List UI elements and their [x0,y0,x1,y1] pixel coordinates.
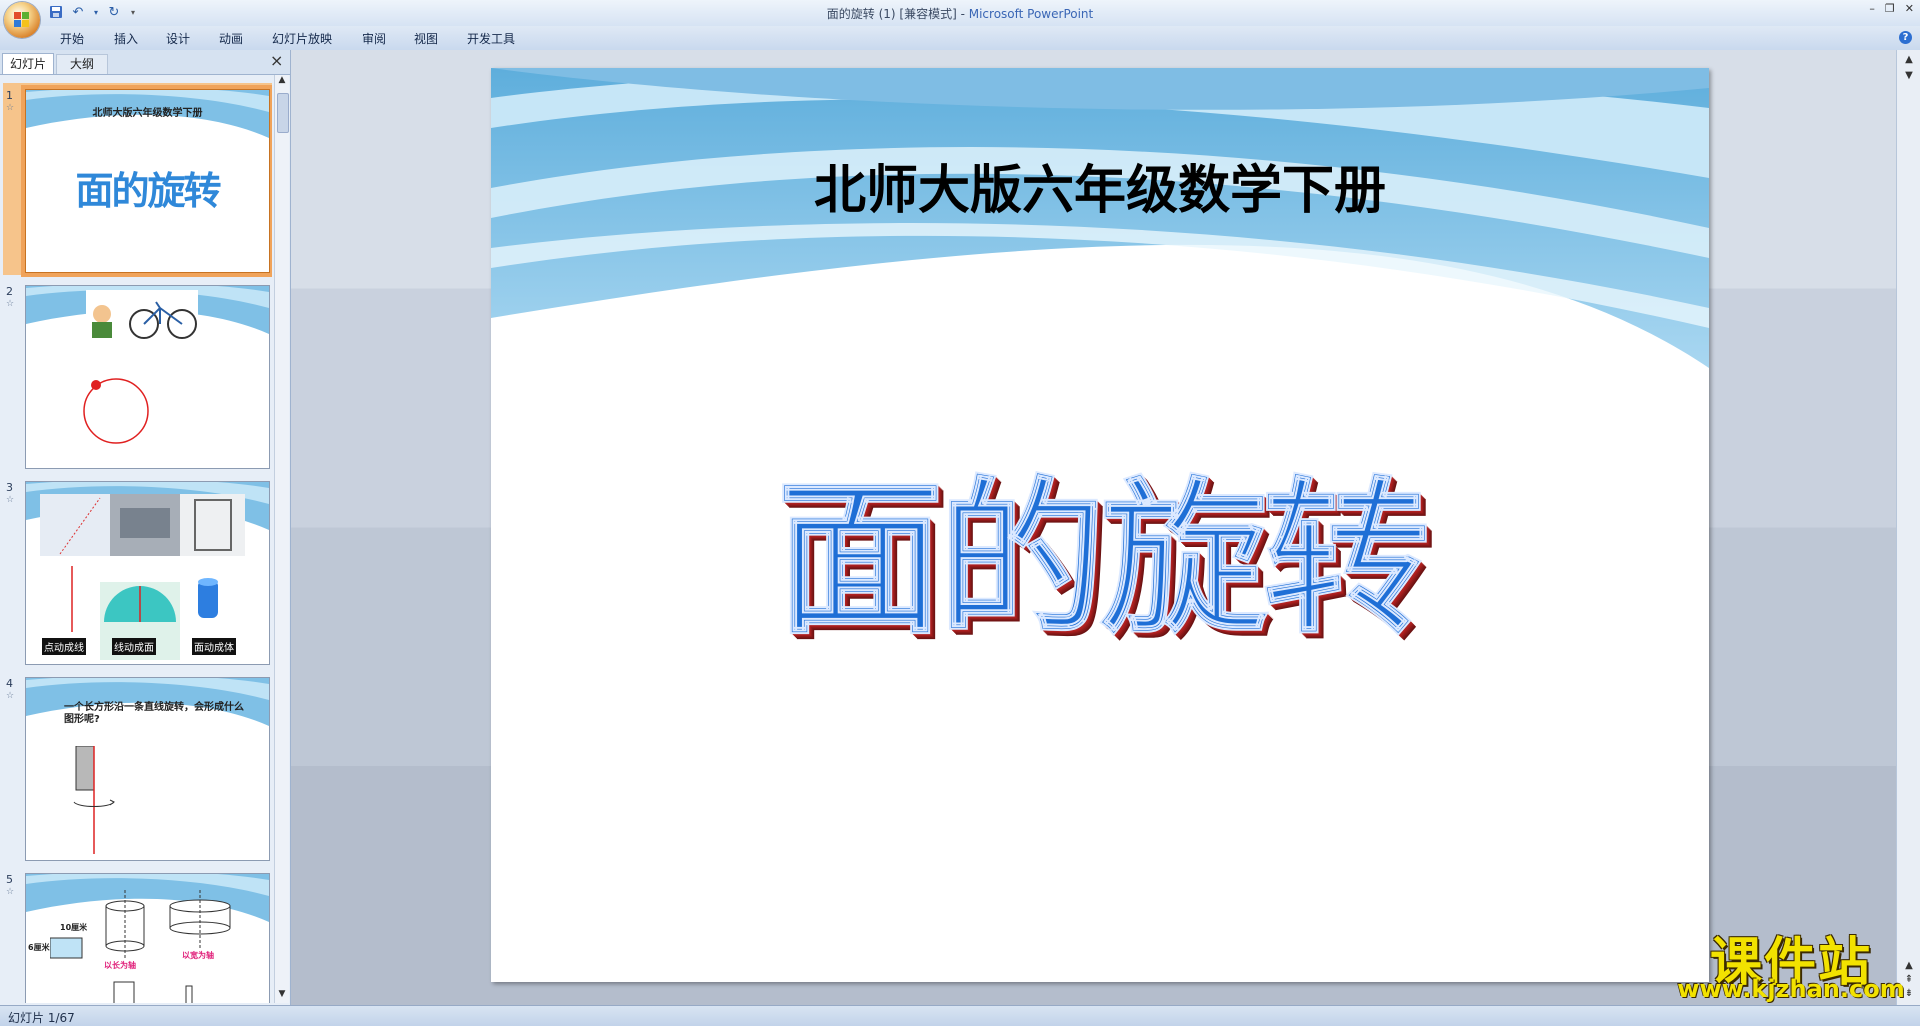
rectangle-rotation-drawing [73,746,115,854]
dim-label: 6厘米 [28,943,50,952]
slide-counter: 幻灯片 1/67 [8,1011,75,1025]
tab-home[interactable]: 开始 [60,30,84,47]
cylinders-drawing [50,890,231,1003]
thumb-number: 1 [6,89,13,102]
bicycle-image [86,290,198,342]
transition-star-icon: ☆ [6,299,15,309]
thumb-number: 2 [6,285,13,298]
slide-thumbnail-1[interactable]: 北师大版六年级数学下册 面的旋转 [25,89,270,273]
axis-caption: 以宽为轴 [182,951,214,960]
transition-star-icon: ☆ [6,691,15,701]
slide-title[interactable]: 面的旋转 [491,423,1709,666]
thumbnail-list: 1 ☆ 北师大版六年级数学下册 面的旋转 2 ☆ 3 ☆ 点动成线 线动成面 面… [0,75,272,1003]
app-name: Microsoft PowerPoint [968,7,1094,21]
thumb-label: 线动成面 [112,638,156,655]
restore-icon[interactable]: ❐ [1885,2,1895,15]
sky-background [491,68,1709,368]
office-logo-icon [14,12,30,28]
thumb-label: 点动成线 [42,638,86,655]
thumb-title: 面的旋转 [75,169,221,213]
thumb-label: 面动成体 [192,638,236,655]
axis-caption: 以长为轴 [104,961,136,970]
circle-drawing [83,378,149,444]
slide-thumbnail-5[interactable]: 10厘米 6厘米 以长为轴 以宽为轴 [25,873,270,1003]
slides-pane: 幻灯片 大纲 × 1 ☆ 北师大版六年级数学下册 面的旋转 2 ☆ 3 ☆ 点动… [0,50,291,1005]
tab-developer[interactable]: 开发工具 [467,30,515,47]
tab-insert[interactable]: 插入 [114,30,138,47]
scroll-thumb[interactable] [277,93,289,133]
slide-thumbnail-3[interactable]: 点动成线 线动成面 面动成体 [25,481,270,665]
tab-outline[interactable]: 大纲 [56,54,108,74]
editor-scrollbar[interactable]: ▲ ▼ ▲ ⇞ ⇟ [1896,50,1920,1005]
watermark-url: www.kjzhan.com [1677,975,1905,1003]
photo-strip-image [40,494,245,556]
tab-slides[interactable]: 幻灯片 [2,53,54,74]
tab-design[interactable]: 设计 [166,30,190,47]
scroll-up-icon[interactable]: ▲ [1902,54,1916,65]
close-pane-icon[interactable]: × [270,53,283,69]
thumb-number: 3 [6,481,13,494]
tab-animation[interactable]: 动画 [219,30,243,47]
slide-thumbnail-4[interactable]: 一个长方形沿一条直线旋转，会形成什么图形呢? [25,677,270,861]
title-bar: ↶ ▾ ↻ ▾ 面的旋转 (1) [兼容模式] - Microsoft Powe… [0,0,1920,38]
tab-slideshow[interactable]: 幻灯片放映 [272,30,332,47]
document-name: 面的旋转 (1) [兼容模式] [826,7,957,21]
scroll-down-icon[interactable]: ▼ [1902,70,1916,81]
slide-canvas[interactable]: 北师大版六年级数学下册 面的旋转 [491,68,1709,982]
thumb-question: 一个长方形沿一条直线旋转，会形成什么图形呢? [64,702,244,725]
tab-review[interactable]: 审阅 [362,30,386,47]
slide-subtitle[interactable]: 北师大版六年级数学下册 [491,148,1709,223]
thumb-number: 4 [6,677,13,690]
close-icon[interactable]: ✕ [1905,2,1914,15]
scroll-down-icon[interactable]: ▼ [276,989,288,1003]
title-separator: - [956,7,969,21]
slide-editor: 北师大版六年级数学下册 面的旋转 [291,50,1896,1005]
minimize-icon[interactable]: – [1869,2,1875,15]
ribbon-tabs: 开始 插入 设计 动画 幻灯片放映 审阅 视图 开发工具 ? [0,26,1920,51]
transition-star-icon: ☆ [6,887,15,897]
status-bar: 幻灯片 1/67 [0,1005,1920,1026]
office-button[interactable] [4,2,40,38]
sky-banner [26,90,269,138]
thumb-subtitle: 北师大版六年级数学下册 [92,108,203,119]
transition-star-icon: ☆ [6,495,15,505]
window-title: 面的旋转 (1) [兼容模式] - Microsoft PowerPoint [0,5,1920,22]
thumbnail-scrollbar[interactable]: ▲ ▼ [274,75,289,1003]
thumb-number: 5 [6,873,13,886]
pane-tabs: 幻灯片 大纲 × [0,50,290,75]
window-controls: – ❐ ✕ [1869,2,1914,15]
transition-star-icon: ☆ [6,103,15,113]
tab-view[interactable]: 视图 [414,30,438,47]
scroll-up-icon[interactable]: ▲ [276,75,288,89]
watermark-logo: 课件站 www.kjzhan.com [1666,920,1916,1004]
help-icon[interactable]: ? [1899,31,1912,44]
slide-thumbnail-2[interactable] [25,285,270,469]
